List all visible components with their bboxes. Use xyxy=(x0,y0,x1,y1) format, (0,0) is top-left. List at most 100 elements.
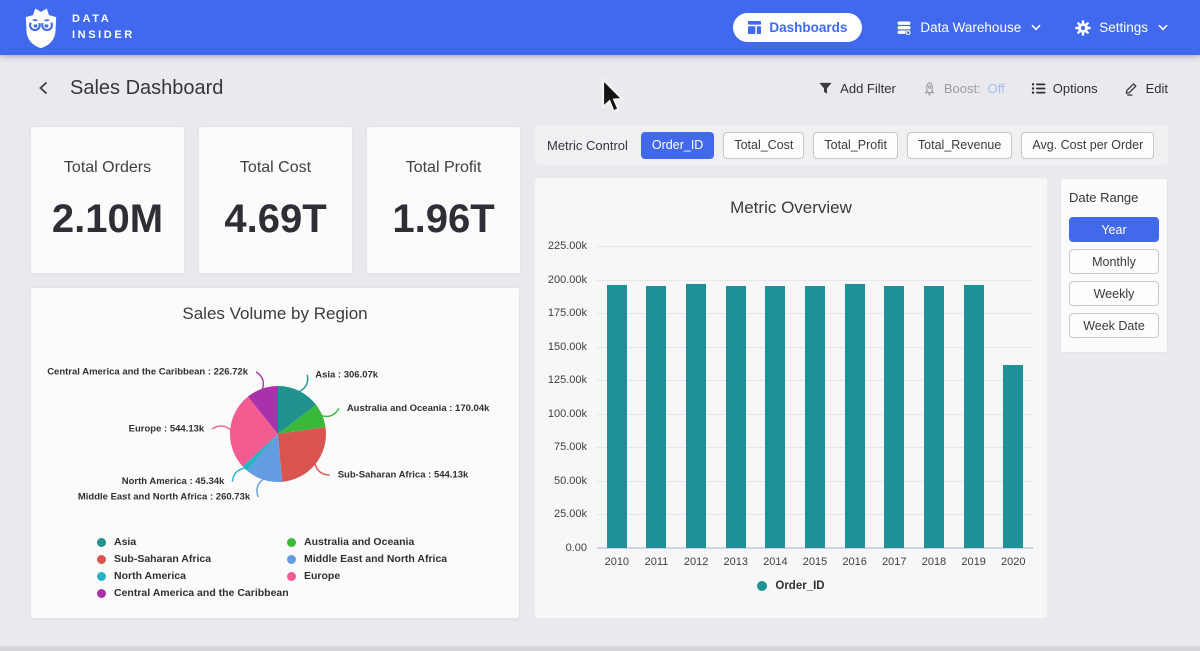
pie-leader-line xyxy=(299,375,308,392)
nav-dashboards[interactable]: Dashboards xyxy=(733,13,862,42)
brand-line1: DATA xyxy=(72,12,135,28)
legend-label: Europe xyxy=(304,570,340,582)
metric-option-total-profit[interactable]: Total_Profit xyxy=(813,132,898,159)
pie-chart-title: Sales Volume by Region xyxy=(31,304,519,324)
date-option-weekly[interactable]: Weekly xyxy=(1069,281,1159,306)
pie-slice-label: North America : 45.34k xyxy=(122,476,225,487)
bar-2020[interactable] xyxy=(1003,365,1023,548)
x-axis-tick: 2015 xyxy=(795,556,835,568)
bar-2014[interactable] xyxy=(765,286,785,548)
nav-dashboards-label: Dashboards xyxy=(769,20,847,35)
bar-2016[interactable] xyxy=(845,284,865,548)
y-axis-tick: 50.00k xyxy=(535,475,587,487)
legend-item: Central America and the Caribbean xyxy=(97,587,287,599)
bar-2018[interactable] xyxy=(924,286,944,548)
add-filter-label: Add Filter xyxy=(840,81,896,96)
x-axis-tick: 2020 xyxy=(993,556,1033,568)
bar-2013[interactable] xyxy=(726,286,746,548)
bar-slot xyxy=(993,246,1033,548)
pie-slice-sub-saharan-africa[interactable] xyxy=(278,427,326,482)
pie-slice-label: Europe : 544.13k xyxy=(129,423,205,434)
pie-slice-label: Central America and the Caribbean : 226.… xyxy=(47,366,249,377)
pencil-icon xyxy=(1124,81,1139,96)
y-axis-tick: 0.00 xyxy=(535,542,587,554)
kpi-value: 4.69T xyxy=(224,197,326,242)
pie-chart[interactable]: Asia : 306.07kAustralia and Oceania : 17… xyxy=(31,330,521,536)
toolbar-actions: Add Filter Boost: Off xyxy=(818,81,1168,96)
list-icon xyxy=(1031,81,1046,96)
boost-toggle[interactable]: Boost: Off xyxy=(922,81,1005,96)
legend-label: Sub-Saharan Africa xyxy=(114,553,211,565)
top-navbar: DATA INSIDER Dashboards xyxy=(0,0,1200,55)
date-range-buttons: Year Monthly Weekly Week Date xyxy=(1069,217,1159,338)
nav-settings-label: Settings xyxy=(1099,20,1148,35)
x-axis-tick: 2014 xyxy=(756,556,796,568)
bar-2019[interactable] xyxy=(964,285,984,548)
pie-slice-label: Australia and Oceania : 170.04k xyxy=(347,403,490,414)
metric-option-total-revenue[interactable]: Total_Revenue xyxy=(907,132,1012,159)
bar-chart-panel: Metric Overview 225.00k200.00k175.00k150… xyxy=(535,178,1047,618)
nav-data-warehouse[interactable]: Data Warehouse xyxy=(896,20,1041,36)
bar-2010[interactable] xyxy=(607,285,627,548)
date-option-monthly[interactable]: Monthly xyxy=(1069,249,1159,274)
x-axis-tick: 2018 xyxy=(914,556,954,568)
database-icon xyxy=(896,20,912,36)
bar-slot xyxy=(637,246,677,548)
gear-icon xyxy=(1075,20,1091,36)
bar-slot xyxy=(954,246,994,548)
bar-2015[interactable] xyxy=(805,286,825,548)
edit-label: Edit xyxy=(1146,81,1168,96)
x-axis-tick: 2011 xyxy=(637,556,677,568)
top-nav-menu: Dashboards Data Warehouse xyxy=(733,13,1168,42)
kpi-value: 2.10M xyxy=(52,197,163,242)
x-axis-tick: 2013 xyxy=(716,556,756,568)
y-axis-tick: 175.00k xyxy=(535,307,587,319)
legend-item: Asia xyxy=(97,536,287,548)
date-option-year[interactable]: Year xyxy=(1069,217,1159,242)
metric-control-bar: Metric Control Order_IDTotal_CostTotal_P… xyxy=(535,125,1168,165)
bar-slot xyxy=(597,246,637,548)
bar-plot-area[interactable] xyxy=(597,246,1033,548)
legend-item: Middle East and North Africa xyxy=(287,553,447,565)
bar-chart-title: Metric Overview xyxy=(535,198,1047,218)
x-axis-tick: 2016 xyxy=(835,556,875,568)
boost-label: Boost: xyxy=(944,81,981,96)
pie-chart-card: Sales Volume by Region Asia : 306.07kAus… xyxy=(30,287,520,619)
bar-row xyxy=(597,246,1033,548)
legend-label: Middle East and North Africa xyxy=(304,553,447,565)
legend-dot xyxy=(287,538,296,547)
bar-2011[interactable] xyxy=(646,286,666,548)
brand-logo[interactable]: DATA INSIDER xyxy=(22,7,135,49)
page-toolbar: Sales Dashboard Add Filter Boost: Off xyxy=(0,55,1200,121)
bar-slot xyxy=(914,246,954,548)
options-button[interactable]: Options xyxy=(1031,81,1098,96)
funnel-icon xyxy=(818,81,833,96)
brand-name: DATA INSIDER xyxy=(72,12,135,44)
add-filter-button[interactable]: Add Filter xyxy=(818,81,896,96)
nav-settings[interactable]: Settings xyxy=(1075,20,1168,36)
metric-option-order-id[interactable]: Order_ID xyxy=(641,132,714,159)
back-button[interactable] xyxy=(32,76,56,100)
legend-dot xyxy=(97,538,106,547)
bar-2017[interactable] xyxy=(884,286,904,548)
x-axis-tick: 2012 xyxy=(676,556,716,568)
dashboard-grid-icon xyxy=(748,21,761,34)
bar-slot xyxy=(756,246,796,548)
metric-option-avg-cost-per-order[interactable]: Avg. Cost per Order xyxy=(1021,132,1154,159)
bar-legend-item: Order_ID xyxy=(757,580,824,592)
nav-data-warehouse-label: Data Warehouse xyxy=(920,20,1021,35)
metric-option-total-cost[interactable]: Total_Cost xyxy=(723,132,804,159)
bar-2012[interactable] xyxy=(686,284,706,548)
y-axis-labels: 225.00k200.00k175.00k150.00k125.00k100.0… xyxy=(535,246,587,548)
bar-legend-label: Order_ID xyxy=(775,580,824,592)
pie-leader-line xyxy=(256,372,263,390)
app-root: DATA INSIDER Dashboards xyxy=(0,0,1200,651)
date-option-week-date[interactable]: Week Date xyxy=(1069,313,1159,338)
pie-leader-line xyxy=(321,408,339,416)
y-axis-tick: 75.00k xyxy=(535,441,587,453)
legend-label: Asia xyxy=(114,536,136,548)
pie-legend: AsiaAustralia and OceaniaSub-Saharan Afr… xyxy=(97,536,447,599)
x-axis-labels: 2010201120122013201420152016201720182019… xyxy=(597,556,1033,568)
kpi-label: Total Profit xyxy=(406,159,482,177)
edit-button[interactable]: Edit xyxy=(1124,81,1168,96)
